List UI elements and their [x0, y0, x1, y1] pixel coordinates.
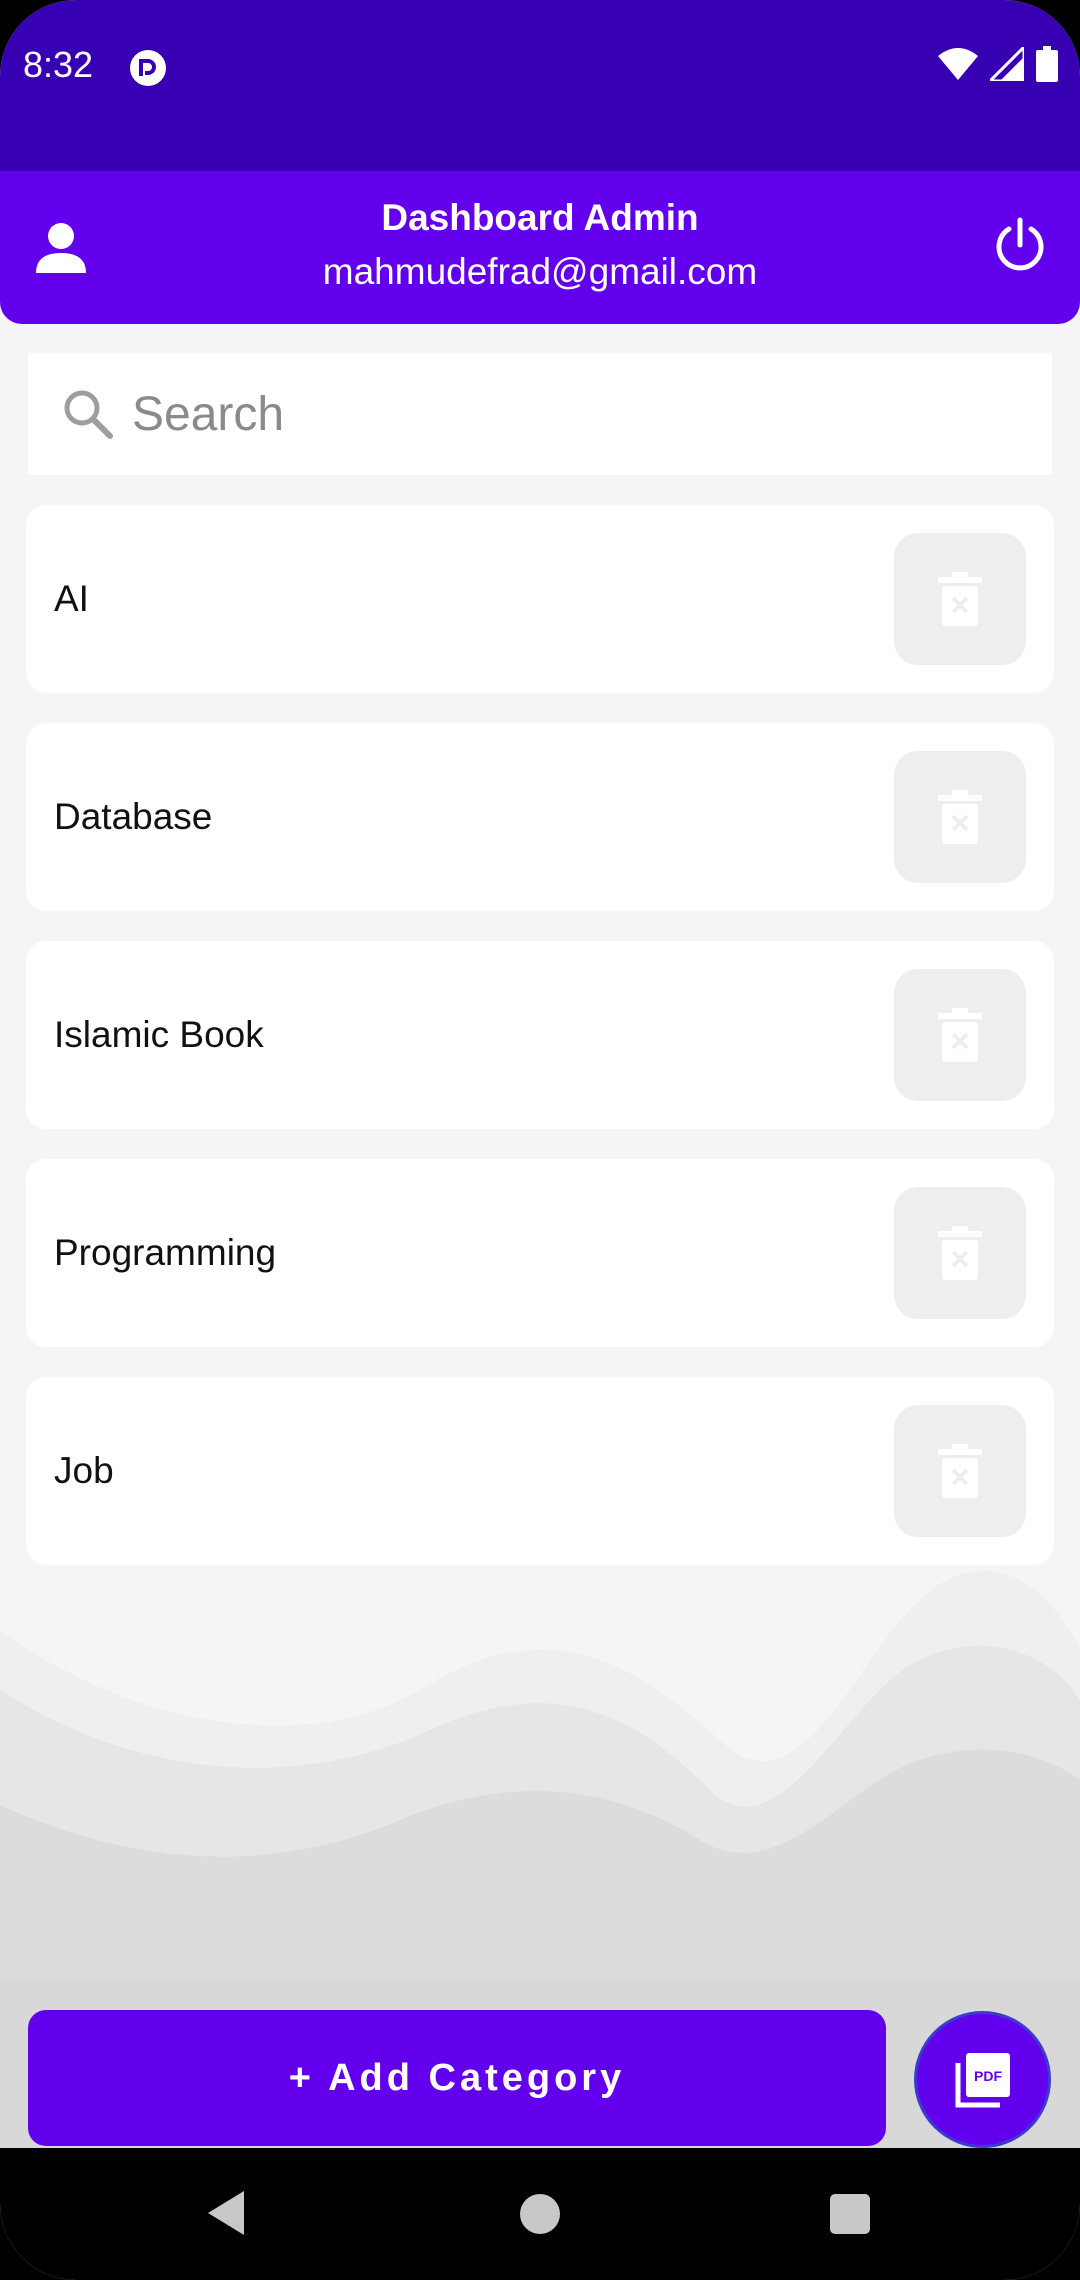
- delete-button[interactable]: [894, 1187, 1026, 1319]
- app-bar: Dashboard Admin mahmudefrad@gmail.com: [0, 171, 1080, 324]
- battery-icon: [1036, 46, 1058, 82]
- user-email: mahmudefrad@gmail.com: [322, 251, 758, 292]
- delete-button[interactable]: [894, 1405, 1026, 1537]
- search-box[interactable]: [28, 353, 1052, 475]
- category-list: AI Database Islamic Book Programming Job: [26, 505, 1054, 1595]
- status-bar: 8:32: [0, 0, 1080, 171]
- trash-icon: [938, 572, 982, 626]
- signal-icon: [990, 47, 1024, 81]
- category-name: Islamic Book: [54, 1014, 264, 1055]
- trash-icon: [938, 1444, 982, 1498]
- power-icon[interactable]: [990, 215, 1050, 275]
- search-icon: [64, 390, 113, 439]
- trash-icon: [938, 1226, 982, 1280]
- svg-text:PDF: PDF: [974, 2068, 1002, 2084]
- page-title: Dashboard Admin: [381, 197, 699, 238]
- delete-button[interactable]: [894, 969, 1026, 1101]
- status-time: 8:32: [23, 44, 94, 85]
- list-item[interactable]: Database: [26, 723, 1054, 911]
- recent-apps-icon[interactable]: [830, 2194, 870, 2234]
- delete-button[interactable]: [894, 533, 1026, 665]
- screen: 8:32 Dashboard Admin mahmudefrad@gmail.c…: [0, 0, 1080, 2280]
- pdf-fab-button[interactable]: PDF: [914, 2011, 1051, 2148]
- list-item[interactable]: Job: [26, 1377, 1054, 1565]
- list-item[interactable]: AI: [26, 505, 1054, 693]
- add-category-button[interactable]: + Add Category: [28, 2010, 886, 2146]
- list-item[interactable]: Programming: [26, 1159, 1054, 1347]
- trash-icon: [938, 790, 982, 844]
- home-icon[interactable]: [520, 2194, 560, 2234]
- list-item[interactable]: Islamic Book: [26, 941, 1054, 1129]
- back-icon[interactable]: [204, 2189, 248, 2237]
- category-name: Database: [54, 796, 213, 837]
- category-name: Job: [54, 1450, 114, 1491]
- system-nav-bar: [0, 2148, 1080, 2280]
- category-name: AI: [54, 578, 89, 619]
- delete-button[interactable]: [894, 751, 1026, 883]
- search-input[interactable]: [132, 386, 1012, 442]
- notification-app-icon: [130, 50, 166, 86]
- wifi-icon: [938, 48, 978, 80]
- pdf-icon: PDF: [955, 2052, 1010, 2107]
- status-icons: [938, 46, 1058, 82]
- trash-icon: [938, 1008, 982, 1062]
- category-name: Programming: [54, 1232, 277, 1273]
